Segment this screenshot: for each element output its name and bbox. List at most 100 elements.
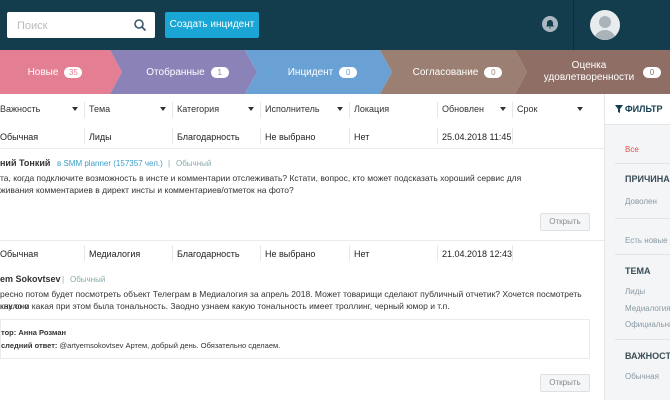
col-assignee[interactable]: Исполнитель (265, 104, 320, 114)
column-divider (172, 128, 173, 144)
sort-caret-icon[interactable] (248, 107, 254, 111)
filter-topic-item[interactable]: Официальные (625, 320, 670, 329)
cell-category: Благодарность (177, 132, 240, 142)
reply-author-label: тор: (1, 328, 17, 337)
reply-last-text: @artyemsokovtsev Артем, добрый день. Обя… (59, 341, 281, 350)
sort-caret-icon[interactable] (72, 107, 78, 111)
table-header: Важность Тема Категория Исполнитель Лока… (0, 94, 604, 125)
sidebar-divider (615, 339, 670, 340)
meta-separator: | (62, 275, 65, 284)
search-input[interactable] (7, 12, 139, 40)
filter-topic-item[interactable]: Лиды (625, 287, 645, 296)
stage-new-label: Новые (27, 66, 59, 78)
column-divider (172, 102, 173, 118)
filter-all[interactable]: Все (625, 145, 639, 154)
sort-caret-icon[interactable] (160, 107, 166, 111)
cell-location: Нет (354, 249, 370, 259)
cell-assignee[interactable]: Не выбрано (265, 132, 315, 142)
sidebar-divider (615, 218, 670, 219)
filter-new-any[interactable]: Есть новые с (625, 236, 670, 245)
reply-last-line: следний ответ: @artyemsokovtsev Артем, д… (1, 341, 280, 350)
filter-importance-item[interactable]: Обычная (625, 372, 659, 381)
stage-selected[interactable]: Отобранные 1 (120, 50, 255, 94)
reply-last-label: следний ответ: (1, 341, 58, 350)
column-divider (512, 102, 513, 118)
column-divider (349, 245, 350, 261)
col-topic[interactable]: Тема (89, 104, 110, 114)
post-card: ний Тонкий в SMM planner (157357 чел.) |… (0, 149, 604, 239)
meta-separator: | (168, 159, 171, 168)
stage-selected-count: 1 (210, 66, 229, 78)
col-importance[interactable]: Важность (0, 104, 40, 114)
stage-incident-count: 0 (339, 66, 358, 78)
stage-satisfaction[interactable]: Оценка удовлетворенности 0 (530, 50, 670, 94)
filter-reason-title: ПРИЧИНА З (625, 174, 670, 184)
stage-new[interactable]: Новые 35 (0, 50, 110, 94)
column-divider (84, 245, 85, 261)
filter-importance-title: ВАЖНОСТЬ (625, 351, 670, 361)
cell-topic: Медиалогия (89, 249, 141, 259)
col-updated[interactable]: Обновлен (442, 104, 484, 114)
last-reply-box: тор: Анна Розман следний ответ: @artyems… (0, 319, 590, 359)
post-text-line: живания комментариев в директ инсты и ко… (0, 185, 294, 195)
cell-topic: Лиды (89, 132, 112, 142)
filter-header: ФИЛЬТР (605, 94, 670, 125)
sidebar-divider (615, 163, 670, 164)
col-deadline[interactable]: Срок (517, 104, 537, 114)
post-author[interactable]: em Sokovtsev (0, 274, 61, 284)
column-divider (84, 128, 85, 144)
post-level: Обычный (70, 275, 106, 284)
sort-caret-icon[interactable] (500, 107, 506, 111)
column-divider (349, 128, 350, 144)
table-row[interactable]: Обычная Медиалогия Благодарность Не выбр… (0, 240, 604, 266)
column-divider (260, 128, 261, 144)
column-divider (84, 102, 85, 118)
column-divider (260, 245, 261, 261)
table-row[interactable]: Обычная Лиды Благодарность Не выбрано Не… (0, 124, 604, 149)
column-divider (437, 128, 438, 144)
col-category[interactable]: Категория (177, 104, 219, 114)
notifications-bell-icon[interactable] (542, 16, 558, 32)
post-card: em Sokovtsev | Обычный ресно потом будет… (0, 265, 604, 400)
stage-satisfaction-label: Оценка удовлетворенности (543, 60, 635, 83)
post-level: Обычный (176, 159, 212, 168)
column-divider (172, 245, 173, 261)
stage-incident[interactable]: Инцидент 0 (255, 50, 390, 94)
open-button[interactable]: Открыть (540, 374, 590, 392)
col-location[interactable]: Локация (354, 104, 389, 114)
stage-satisfaction-count: 0 (643, 66, 661, 78)
user-avatar[interactable] (590, 10, 620, 40)
top-bar: Создать инцидент (0, 0, 670, 50)
cell-assignee[interactable]: Не выбрано (265, 249, 315, 259)
cell-updated: 21.04.2018 12:43 (442, 249, 513, 259)
stage-approval-count: 0 (484, 66, 503, 78)
incidents-list: Важность Тема Категория Исполнитель Лока… (0, 94, 604, 400)
sort-caret-icon[interactable] (577, 107, 583, 111)
filter-reason-item[interactable]: Доволен (625, 197, 657, 206)
post-source[interactable]: в SMM planner (157357 чел.) (57, 159, 163, 168)
search-box[interactable] (7, 12, 155, 40)
cell-importance: Обычная (0, 249, 39, 259)
reply-author-name: Анна Розман (18, 328, 67, 337)
stage-selected-label: Отобранные (146, 66, 205, 78)
search-icon[interactable] (133, 18, 147, 32)
post-text-line: кнуло и какая при этом была тональность.… (0, 301, 450, 311)
filter-topic-item[interactable]: Медиалогия (625, 304, 670, 313)
column-divider (349, 102, 350, 118)
reply-author-line: тор: Анна Розман (1, 328, 66, 337)
column-divider (512, 128, 513, 144)
open-button[interactable]: Открыть (540, 213, 590, 231)
sidebar-divider (615, 254, 670, 255)
post-author[interactable]: ний Тонкий (0, 158, 50, 168)
stage-incident-label: Инцидент (287, 66, 334, 78)
header-divider (573, 0, 574, 50)
stage-approval-label: Согласование (412, 66, 479, 78)
create-incident-button[interactable]: Создать инцидент (165, 12, 259, 38)
column-divider (512, 245, 513, 261)
stage-approval[interactable]: Согласование 0 (390, 50, 525, 94)
filter-title: ФИЛЬТР (625, 104, 663, 114)
cell-updated: 25.04.2018 11:45 (442, 132, 512, 142)
column-divider (437, 102, 438, 118)
sort-caret-icon[interactable] (337, 107, 343, 111)
filter-sidebar: ФИЛЬТР Все ПРИЧИНА З Доволен Есть новые … (604, 94, 670, 400)
